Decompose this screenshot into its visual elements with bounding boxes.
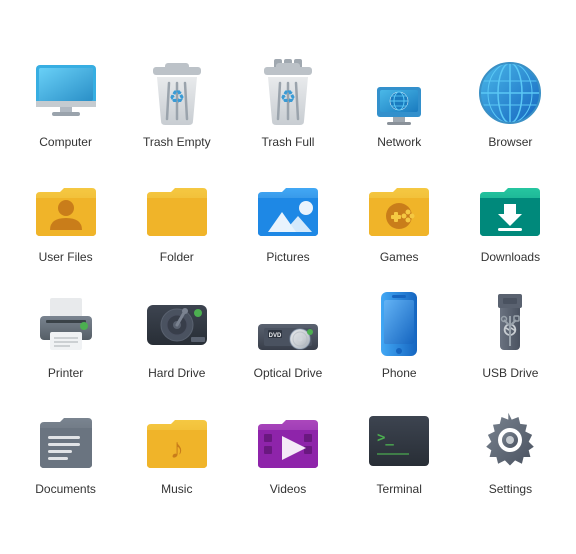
- icon-browser[interactable]: Browser: [455, 51, 566, 157]
- icon-computer[interactable]: Computer: [10, 51, 121, 157]
- icon-label: User Files: [39, 250, 93, 266]
- icon-trash-empty[interactable]: ♻ Trash Empty: [121, 51, 232, 157]
- icon-label: Printer: [48, 366, 83, 382]
- icon-label: Browser: [488, 135, 532, 151]
- icon-user-files[interactable]: User Files: [10, 166, 121, 272]
- icon-phone[interactable]: Phone: [344, 282, 455, 388]
- icon-label: Trash Empty: [143, 135, 211, 151]
- icon-label: Documents: [35, 482, 96, 498]
- icon-label: Optical Drive: [254, 366, 323, 382]
- icon-games[interactable]: Games: [344, 166, 455, 272]
- icon-trash-full[interactable]: ♻ Trash Full: [232, 51, 343, 157]
- icon-videos[interactable]: Videos: [232, 398, 343, 504]
- icon-label: Music: [161, 482, 192, 498]
- icon-optical-drive[interactable]: DVD Optical Drive: [232, 282, 343, 388]
- icon-network[interactable]: Network: [344, 51, 455, 157]
- icon-grid: Computer ♻: [0, 31, 576, 523]
- svg-text:♻: ♻: [169, 87, 185, 107]
- icon-settings[interactable]: Settings: [455, 398, 566, 504]
- icon-usb-drive[interactable]: ⌁ ⏻ USB Drive: [455, 282, 566, 388]
- icon-label: Phone: [382, 366, 417, 382]
- icon-pictures[interactable]: Pictures: [232, 166, 343, 272]
- icon-label: Folder: [160, 250, 194, 266]
- icon-documents[interactable]: Documents: [10, 398, 121, 504]
- icon-hard-drive[interactable]: Hard Drive: [121, 282, 232, 388]
- icon-label: Pictures: [266, 250, 309, 266]
- icon-label: Trash Full: [262, 135, 315, 151]
- icon-label: USB Drive: [482, 366, 538, 382]
- icon-folder[interactable]: Folder: [121, 166, 232, 272]
- icon-label: Settings: [489, 482, 532, 498]
- svg-text:♻: ♻: [280, 87, 296, 107]
- icon-label: Computer: [39, 135, 92, 151]
- icon-label: Downloads: [481, 250, 540, 266]
- icon-label: Network: [377, 135, 421, 151]
- svg-text:>_: >_: [377, 430, 394, 446]
- icon-printer[interactable]: Printer: [10, 282, 121, 388]
- icon-music[interactable]: ♪ Music: [121, 398, 232, 504]
- icon-terminal[interactable]: >_ Terminal: [344, 398, 455, 504]
- icon-label: Terminal: [377, 482, 422, 498]
- icon-downloads[interactable]: Downloads: [455, 166, 566, 272]
- svg-text:♪: ♪: [170, 433, 184, 464]
- icon-label: Videos: [270, 482, 306, 498]
- icon-label: Hard Drive: [148, 366, 205, 382]
- svg-text:DVD: DVD: [269, 333, 282, 339]
- icon-label: Games: [380, 250, 419, 266]
